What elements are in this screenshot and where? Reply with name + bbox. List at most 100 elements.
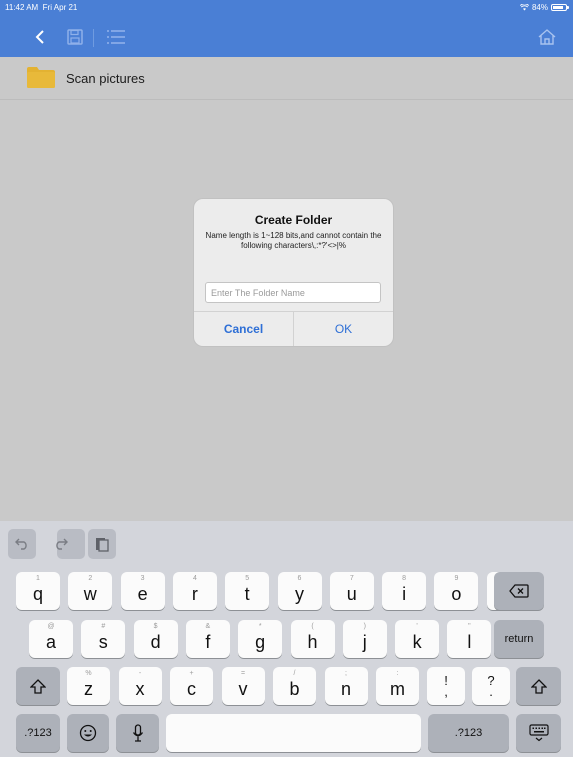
key-label-bottom: . [489,684,493,699]
key-y[interactable]: 6y [277,572,322,610]
key-h[interactable]: (h [290,620,335,658]
emoji-key[interactable] [67,714,109,752]
key-r[interactable]: 4r [172,572,217,610]
key-hint: ) [363,623,366,630]
key-b[interactable]: / b [273,667,316,705]
key-hint: % [85,670,92,677]
numbers-key-label: .?123 [454,727,483,739]
toolbar-divider [93,29,94,47]
paste-icon [96,538,109,552]
folder-icon [27,67,55,88]
status-time: 11:42 AM Fri Apr 21 [5,3,78,12]
folder-name-input[interactable] [205,282,381,303]
shift-key-left[interactable] [16,667,60,705]
redo-button[interactable] [37,529,85,559]
key-m[interactable]: :m [376,667,419,705]
paste-button[interactable] [88,529,116,559]
list-item[interactable]: Scan pictures [0,57,573,100]
emoji-icon [79,724,97,742]
return-key[interactable]: return [494,620,544,658]
key-u[interactable]: 7u [329,572,374,610]
folder-name: Scan pictures [66,71,145,86]
key-t[interactable]: 5t [225,572,270,610]
status-bar: 11:42 AM Fri Apr 21 84% [0,0,573,14]
key-hint: = [240,670,246,677]
microphone-icon [132,724,143,742]
key-hint: 7 [349,575,354,582]
key-n[interactable]: ; n [324,667,368,705]
save-button[interactable] [64,25,86,49]
wifi-icon [519,4,529,11]
key-z[interactable]: % z [67,667,110,705]
return-key-label: return [504,633,534,645]
key-w[interactable]: 2w [68,572,113,610]
undo-button[interactable] [8,529,36,559]
key-hint: @ [47,623,55,630]
key-hint: - [138,670,142,677]
key-s[interactable]: # s [81,620,126,658]
shift-key-right[interactable] [516,667,561,705]
key-g[interactable]: * g [238,620,283,658]
key-hint: 2 [88,575,93,582]
key-hint: 6 [297,575,302,582]
dialog-message: Name length is 1~128 bits,and cannot con… [205,231,382,250]
key-question-period[interactable]: ?. [472,667,510,705]
home-button[interactable] [535,25,559,49]
key-c[interactable]: + c [170,667,213,705]
key-hint: # [101,623,106,630]
key-q[interactable]: 1q [16,572,60,610]
backspace-key[interactable] [494,572,544,610]
list-icon [107,30,125,44]
key-o[interactable]: 9o [434,572,479,610]
save-icon [67,29,83,45]
key-j[interactable]: ) j [342,620,387,658]
microphone-key[interactable] [116,714,159,752]
key-hint: ; [345,670,347,677]
create-folder-dialog: Create Folder Name length is 1~128 bits,… [194,199,393,346]
key-f[interactable]: & f [185,620,230,658]
key-hint: 5 [245,575,250,582]
key-d[interactable]: $ d [133,620,178,658]
key-i[interactable]: 8i [382,572,427,610]
key-hint: 1 [36,575,40,582]
key-l[interactable]: " l [447,620,492,658]
key-hint: 3 [140,575,145,582]
key-a[interactable]: @ a [29,620,73,658]
hide-keyboard-key[interactable] [516,714,561,752]
cancel-button[interactable]: Cancel [194,311,293,346]
key-e[interactable]: 3e [120,572,165,610]
numbers-key-left[interactable]: .?123 [16,714,60,752]
key-hint: ' [416,623,418,630]
key-k[interactable]: ' k [395,620,440,658]
shift-icon [30,678,46,694]
numbers-key-right[interactable]: .?123 [428,714,509,752]
key-exclaim-comma[interactable]: !, [427,667,465,705]
numbers-key-label: .?123 [24,727,52,739]
key-hint: 9 [454,575,459,582]
key-hint: : [396,670,399,677]
list-view-button[interactable] [104,25,128,49]
keyboard-hide-icon [528,724,549,742]
status-right: 84% [519,3,569,12]
key-hint: & [205,623,211,630]
keyboard-accessory-bar [0,521,573,567]
top-bar: 11:42 AM Fri Apr 21 84% [0,0,573,57]
key-hint: 4 [192,575,197,582]
keyboard: 1q2w3e4r5t6y7u8i9o0p @a#s$d&f*g(h)j'k"l … [0,521,573,757]
home-icon [538,29,556,45]
space-key[interactable] [166,714,421,752]
backspace-icon [509,584,529,598]
battery-icon [551,4,569,11]
ok-button[interactable]: OK [294,311,393,346]
undo-icon [15,538,27,550]
key-hint: * [258,623,262,630]
back-button[interactable] [30,25,50,49]
battery-percent: 84% [531,3,548,12]
key-hint: / [293,670,296,677]
key-x[interactable]: -x [118,667,162,705]
key-v[interactable]: = v [221,667,265,705]
key-hint: ( [311,623,314,630]
key-hint: 8 [402,575,407,582]
redo-icon [56,538,68,550]
key-label-bottom: , [444,684,448,699]
